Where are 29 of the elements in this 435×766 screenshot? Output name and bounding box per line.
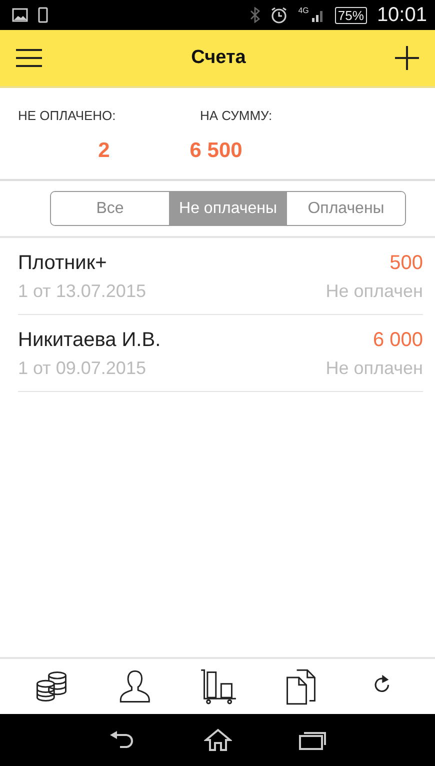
back-icon[interactable] (108, 730, 136, 750)
summary-value: 2 (98, 139, 110, 163)
invoice-number: 1 от 13.07.2015 (18, 281, 147, 302)
invoice-amount: 500 (388, 252, 423, 275)
client-name: Никитаева И.В. (18, 329, 162, 352)
clock: 10:01 (376, 4, 427, 26)
image-icon (12, 8, 28, 22)
cart-icon[interactable] (198, 668, 236, 706)
summary-label: НА СУММУ: (200, 108, 272, 123)
invoice-amount: 6 000 (372, 329, 423, 352)
menu-icon[interactable] (16, 49, 42, 67)
add-icon[interactable] (395, 46, 419, 70)
invoice-row[interactable]: Никитаева И.В. 6 000 1 от 09.07.2015 Не оплачен (18, 315, 423, 392)
summary-label: НЕ ОПЛАЧЕНО: (18, 108, 117, 123)
alarm-icon (270, 6, 288, 24)
phone-icon (38, 7, 48, 23)
network-label: 4G (298, 6, 309, 15)
home-icon[interactable] (204, 728, 232, 752)
filter-tab[interactable]: Не оплачены (169, 192, 287, 225)
payment-status: Не оплачен (326, 358, 423, 379)
payment-status: Не оплачен (326, 281, 423, 302)
recent-apps-icon[interactable] (299, 730, 328, 750)
invoice-row[interactable]: Плотник+ 500 1 от 13.07.2015 Не оплачен (18, 238, 423, 315)
battery-level: 75% (334, 6, 367, 24)
invoice-number: 1 от 09.07.2015 (18, 358, 147, 379)
bluetooth-icon (250, 7, 260, 23)
screen-title: Счета (190, 47, 247, 69)
summary-value: 6 500 (190, 139, 242, 163)
client-name: Плотник+ (18, 252, 108, 275)
